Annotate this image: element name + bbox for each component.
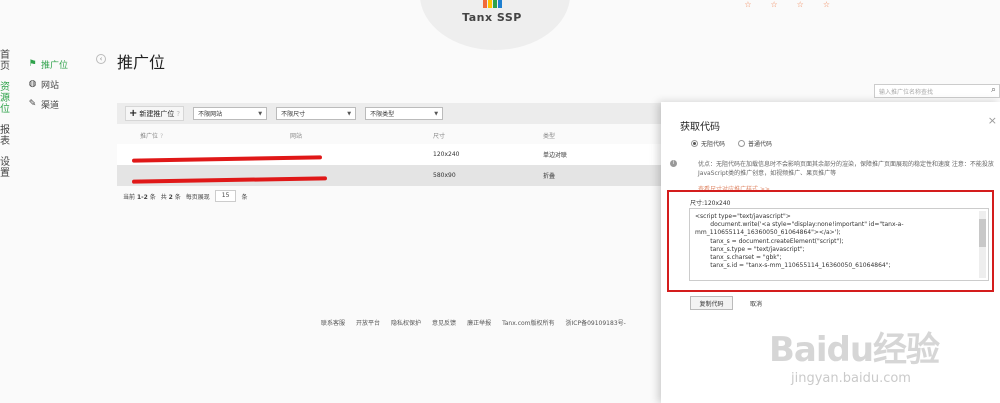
search-icon[interactable]: ⌕ [991, 85, 996, 95]
watermark-logo: Baidu经验 [769, 330, 940, 370]
close-icon[interactable]: × [988, 114, 997, 127]
star-icon[interactable]: ☆ [744, 0, 751, 9]
type-filter-select[interactable]: 不限类型 ▼ [365, 107, 444, 120]
radio-label: 无阻代码 [701, 141, 726, 148]
tanx-logo[interactable]: Tanx SSP [462, 0, 522, 24]
cancel-button[interactable]: 取消 [750, 299, 762, 308]
cell-type: 单边对联 [543, 152, 568, 159]
cell-type: 折叠 [543, 173, 556, 180]
type-filter-value: 不限类型 [370, 111, 395, 118]
caret-down-icon: ▼ [347, 110, 352, 117]
radio-normal-code[interactable]: 普通代码 [738, 139, 772, 148]
caret-down-icon: ▼ [258, 110, 263, 117]
footer-link[interactable]: 廉正举报 [467, 318, 491, 327]
help-icon[interactable]: ? [176, 110, 180, 118]
star-icon[interactable]: ☆ [823, 0, 830, 9]
new-ad-slot-label: 新建推广位 [139, 109, 175, 118]
info-text: i 优点：无阻代码在加载信息时不会影响页面其余部分的渲染，保障推广页面展现的稳定… [670, 160, 995, 178]
main-nav-resources[interactable]: 资源位 [0, 82, 11, 115]
table-row[interactable]: 580x90 折叠 [117, 165, 662, 186]
footer-link[interactable]: 隐私权保护 [391, 318, 421, 327]
radio-dot[interactable] [738, 140, 746, 147]
column-header-size: 尺寸 [433, 132, 446, 140]
column-header-name: 推广位 ? [117, 131, 290, 140]
cell-size: 120x240 [433, 151, 460, 158]
sub-nav-site[interactable]: ◍ 网站 [28, 74, 68, 94]
channel-icon: ✎ [28, 99, 37, 109]
ad-slot-table: 推广位 ? 网站 尺寸 类型 120x240 单边对联 580x90 折叠 [117, 126, 662, 186]
info-icon: i [670, 160, 677, 167]
collapse-sidebar-button[interactable]: ‹ [96, 54, 106, 64]
footer-link[interactable]: 联系客服 [321, 318, 345, 327]
highlight-annotation-box [667, 190, 994, 292]
site-filter-value: 不限网站 [198, 111, 223, 118]
site-filter-select[interactable]: 不限网站 ▼ [193, 107, 268, 120]
sub-nav-channel[interactable]: ✎ 渠道 [28, 94, 68, 114]
main-nav-reports[interactable]: 报表 [0, 125, 11, 147]
footer-links: 联系客服 开放平台 隐私权保护 意见反馈 廉正举报 Tanx.com版权所有 浙… [321, 318, 626, 327]
watermark-url: jingyan.baidu.com [791, 371, 911, 386]
help-icon[interactable]: ? [160, 133, 163, 140]
main-nav-home[interactable]: 首页 [0, 50, 11, 72]
toolbar: + 新建推广位 ? 不限网站 ▼ 不限尺寸 ▼ 不限类型 ▼ [117, 103, 662, 124]
per-page-unit: 条 [241, 193, 248, 201]
star-icon[interactable]: ☆ [797, 0, 804, 9]
sub-nav: ⚑ 推广位 ◍ 网站 ✎ 渠道 [28, 54, 68, 114]
main-nav-settings[interactable]: 设置 [0, 157, 11, 179]
pagination: 当前 1-2 条 共 2 条 每页展现 15 条 [123, 190, 247, 202]
sub-nav-label: 网站 [41, 80, 60, 91]
footer-link[interactable]: 意见反馈 [432, 318, 456, 327]
sub-nav-ad-slot[interactable]: ⚑ 推广位 [28, 54, 68, 74]
table-header: 推广位 ? 网站 尺寸 类型 [117, 126, 662, 144]
redaction-scribble [131, 154, 323, 163]
main-nav: 首页 资源位 报表 设置 [0, 50, 14, 189]
size-filter-value: 不限尺寸 [281, 111, 306, 118]
flag-icon: ⚑ [28, 59, 37, 69]
copy-code-button[interactable]: 复制代码 [690, 296, 733, 310]
panel-title: 获取代码 [680, 122, 720, 133]
globe-icon: ◍ [28, 79, 37, 89]
plus-icon: + [129, 108, 138, 119]
info-body: 优点：无阻代码在加载信息时不会影响页面其余部分的渲染，保障推广页面展现的稳定性和… [698, 161, 994, 177]
top-icons: ☆ ☆ ☆ ☆ [744, 0, 830, 9]
sub-nav-label: 渠道 [41, 100, 60, 111]
star-icon[interactable]: ☆ [770, 0, 777, 9]
caret-down-icon: ▼ [434, 110, 439, 117]
footer-copyright: Tanx.com版权所有 [502, 320, 555, 327]
search-input[interactable]: 输入推广位名称查找 ⌕ [874, 84, 1000, 98]
brand-name: Tanx SSP [462, 11, 522, 24]
chevron-left-icon: ‹ [99, 55, 103, 63]
code-type-radios: 无阻代码 普通代码 [691, 139, 772, 148]
size-filter-select[interactable]: 不限尺寸 ▼ [276, 107, 357, 120]
radio-label: 普通代码 [748, 141, 773, 148]
radio-nonblocking-code[interactable]: 无阻代码 [691, 139, 725, 148]
table-row[interactable]: 120x240 单边对联 [117, 144, 662, 165]
footer-icp[interactable]: 浙ICP备09109183号- [566, 318, 626, 327]
per-page-label: 每页展现 [185, 193, 210, 201]
header-label: 推广位 [140, 132, 159, 140]
column-header-type: 类型 [543, 132, 556, 140]
pagination-total: 共 2 条 [160, 193, 181, 201]
page-title: 推广位 [117, 53, 166, 72]
new-ad-slot-button[interactable]: + 新建推广位 ? [125, 106, 185, 121]
search-placeholder: 输入推广位名称查找 [879, 89, 934, 96]
baidu-watermark: Baidu经验 jingyan.baidu.com [769, 322, 979, 386]
column-header-site: 网站 [290, 132, 303, 140]
redaction-scribble [131, 175, 328, 184]
sub-nav-label: 推广位 [41, 60, 69, 71]
footer-link[interactable]: 开放平台 [356, 318, 380, 327]
per-page-select[interactable]: 15 [214, 190, 237, 202]
tanx-logo-mark [462, 0, 522, 8]
pagination-range: 当前 1-2 条 [123, 193, 156, 201]
radio-dot[interactable] [691, 140, 698, 147]
cell-size: 580x90 [433, 172, 456, 179]
